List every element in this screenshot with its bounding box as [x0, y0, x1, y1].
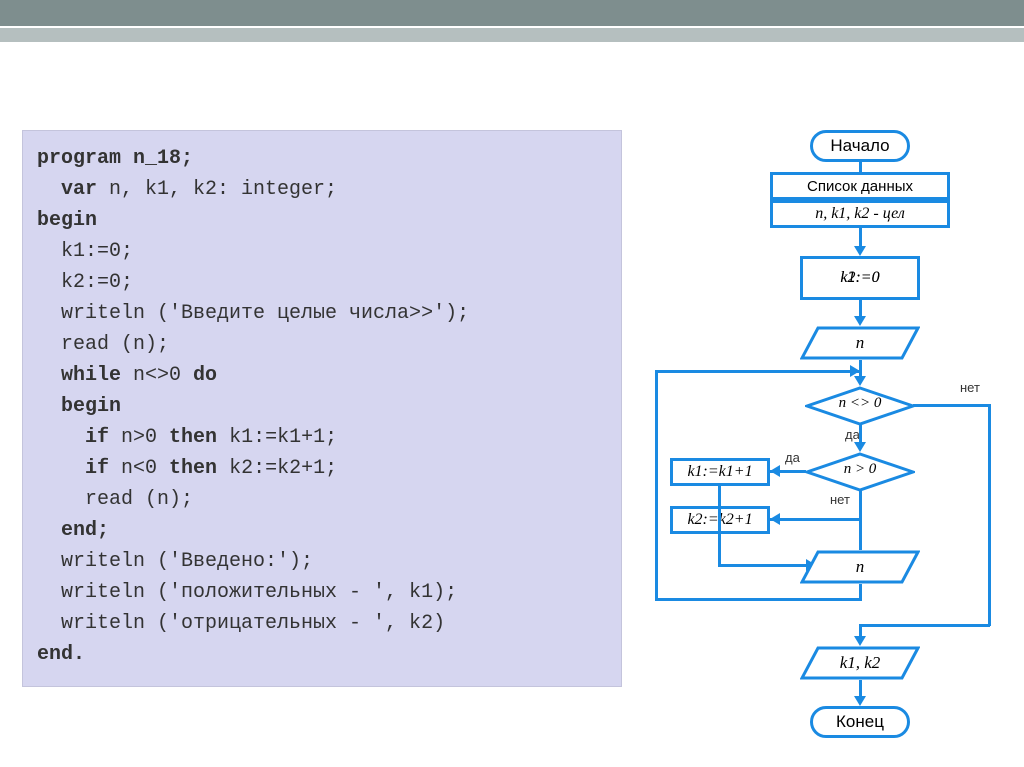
code-line: if n>0 then k1:=k1+1;	[37, 422, 607, 453]
flow-cond-gt0-label: n > 0	[805, 461, 915, 478]
flow-connector	[859, 518, 862, 550]
code-line: var n, k1, k2: integer;	[37, 174, 607, 205]
arrow-down-icon	[854, 636, 866, 646]
flow-datalist: Список данных	[770, 172, 950, 200]
flow-init: k1:=0 k2:=0	[800, 256, 920, 300]
arrow-down-icon	[854, 376, 866, 386]
flow-input-n: n	[800, 326, 920, 360]
code-line: read (n);	[37, 329, 607, 360]
flow-connector	[859, 162, 862, 172]
flow-cond-neq0-label: n <> 0	[805, 395, 915, 412]
code-line: read (n);	[37, 484, 607, 515]
flow-connector	[655, 370, 658, 601]
flow-output-label: k1, k2	[840, 653, 881, 673]
code-line: k1:=0;	[37, 236, 607, 267]
flow-output: k1, k2	[800, 646, 920, 680]
header-bar-light	[0, 28, 1024, 42]
flow-connector	[988, 404, 991, 626]
code-line: end.	[37, 639, 607, 670]
flow-connector	[859, 228, 862, 248]
flow-connector	[859, 490, 862, 520]
flow-connector	[859, 424, 862, 444]
arrow-right-icon	[850, 365, 860, 377]
arrow-left-icon	[770, 465, 780, 477]
flow-datalist-label: Список данных	[807, 178, 913, 195]
flow-vars-label: n, k1, k2 - цел	[815, 205, 905, 223]
code-line: k2:=0;	[37, 267, 607, 298]
flow-assign-k1-label: k1:=k1+1	[687, 463, 752, 481]
label-yes: да	[845, 427, 860, 442]
flow-connector	[718, 564, 808, 567]
arrow-left-icon	[770, 513, 780, 525]
flow-connector	[913, 404, 990, 407]
arrow-down-icon	[854, 442, 866, 452]
flow-connector	[655, 598, 862, 601]
header-bars	[0, 0, 1024, 42]
code-line: begin	[37, 391, 607, 422]
code-line: while n<>0 do	[37, 360, 607, 391]
label-no: нет	[960, 380, 980, 395]
code-line: begin	[37, 205, 607, 236]
flow-connector	[862, 624, 990, 627]
code-line: program n_18;	[37, 143, 607, 174]
flowchart: Начало Список данных n, k1, k2 - цел k1:…	[650, 130, 1010, 760]
code-line: writeln ('Введите целые числа>>');	[37, 298, 607, 329]
code-line: writeln ('Введено:');	[37, 546, 607, 577]
flow-start: Начало	[810, 130, 910, 162]
flow-assign-k1: k1:=k1+1	[670, 458, 770, 486]
flow-input-n-label: n	[856, 333, 865, 353]
label-yes: да	[785, 450, 800, 465]
code-line: writeln ('отрицательных - ', k2)	[37, 608, 607, 639]
code-line: writeln ('положительных - ', k1);	[37, 577, 607, 608]
flow-cond-gt0: n > 0	[805, 452, 915, 492]
arrow-down-icon	[854, 316, 866, 326]
label-no: нет	[830, 492, 850, 507]
arrow-down-icon	[854, 246, 866, 256]
flow-init2-label: k2:=0	[840, 269, 879, 287]
arrow-down-icon	[854, 696, 866, 706]
flow-connector	[655, 370, 859, 373]
code-line: end;	[37, 515, 607, 546]
code-line: if n<0 then k2:=k2+1;	[37, 453, 607, 484]
code-panel: program n_18; var n, k1, k2: integer; be…	[22, 130, 622, 687]
flow-connector	[770, 518, 860, 521]
flow-connector	[718, 486, 721, 566]
flow-vars: n, k1, k2 - цел	[770, 200, 950, 228]
header-bar-dark	[0, 0, 1024, 28]
flow-end: Конец	[810, 706, 910, 738]
flow-input-n-loop: n	[800, 550, 920, 584]
flow-end-label: Конец	[836, 712, 884, 732]
flow-input-n-loop-label: n	[856, 557, 865, 577]
flow-start-label: Начало	[830, 136, 889, 156]
flow-cond-neq0: n <> 0	[805, 386, 915, 426]
